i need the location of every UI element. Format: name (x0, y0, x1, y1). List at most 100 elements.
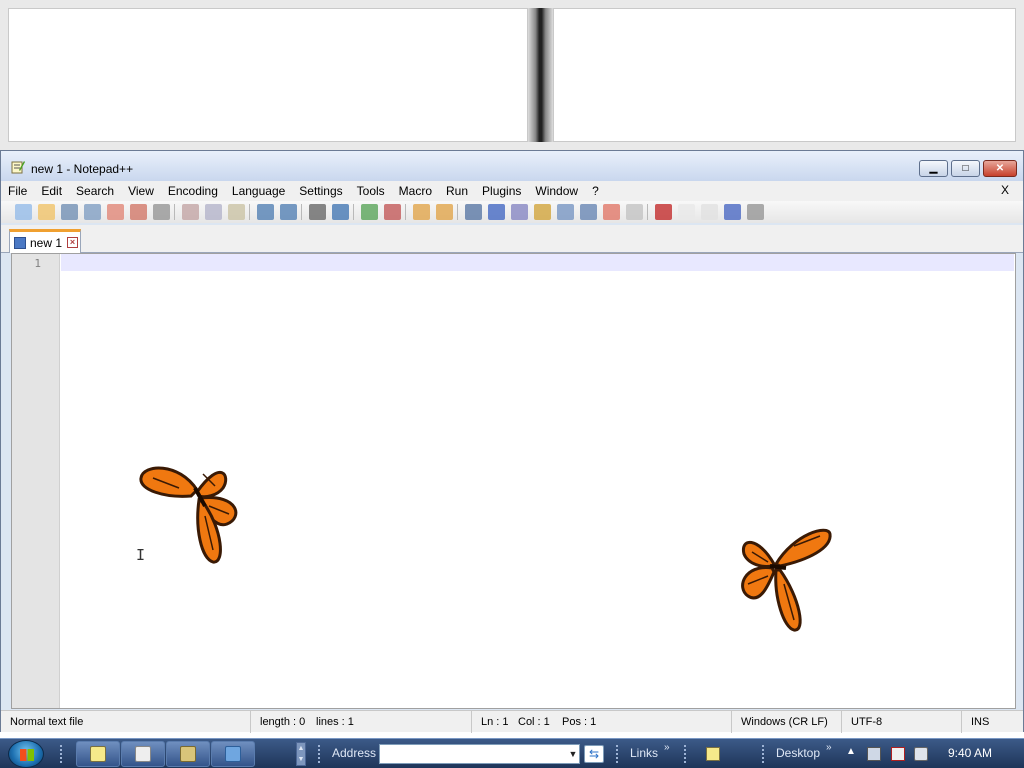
taskbar-app-button-2[interactable] (121, 741, 165, 767)
address-grip[interactable] (318, 745, 322, 763)
paint-icon (180, 746, 196, 762)
new-icon[interactable] (15, 204, 32, 220)
run-macro-multiple-icon[interactable] (724, 204, 741, 220)
menu-window[interactable]: Window (528, 181, 585, 201)
status-insert-mode[interactable]: INS (961, 711, 1023, 733)
zoom-in-icon[interactable] (361, 204, 378, 220)
folder-workspace-icon[interactable] (603, 204, 620, 220)
links-chevron-icon[interactable]: » (664, 742, 670, 753)
show-hidden-icons-icon[interactable]: ▲ (846, 746, 856, 757)
editor-area[interactable]: 1 I (11, 253, 1016, 709)
menu-file[interactable]: File (1, 181, 34, 201)
minimize-button[interactable]: ▁ (919, 160, 948, 177)
background-right-pane (553, 8, 1016, 142)
menu-help[interactable]: ? (585, 181, 606, 201)
menu-tools[interactable]: Tools (350, 181, 392, 201)
toolbar-separator (405, 204, 406, 220)
undo-icon[interactable] (257, 204, 274, 220)
zoom-out-icon[interactable] (384, 204, 401, 220)
close-icon[interactable] (107, 204, 124, 220)
toolbar-separator (249, 204, 250, 220)
address-input[interactable] (379, 744, 580, 764)
action-center-icon[interactable] (891, 747, 905, 761)
taskbar-scroll[interactable]: ▲ ▼ (296, 742, 306, 766)
sync-horizontal-icon[interactable] (436, 204, 453, 220)
close-all-icon[interactable] (130, 204, 147, 220)
find-icon[interactable] (309, 204, 326, 220)
save-all-icon[interactable] (84, 204, 101, 220)
menu-macro[interactable]: Macro (392, 181, 439, 201)
background-splitter[interactable] (528, 8, 553, 142)
close-button[interactable]: ✕ (983, 160, 1017, 177)
desktop-label[interactable]: Desktop (776, 746, 820, 760)
links-grip[interactable] (616, 745, 620, 763)
save-icon[interactable] (61, 204, 78, 220)
network-icon[interactable] (867, 747, 881, 761)
paste-icon[interactable] (228, 204, 245, 220)
menu-search[interactable]: Search (69, 181, 121, 201)
indent-guide-icon[interactable] (511, 204, 528, 220)
stop-macro-icon[interactable] (678, 204, 695, 220)
play-macro-icon[interactable] (701, 204, 718, 220)
toolbar-separator (647, 204, 648, 220)
word-wrap-icon[interactable] (465, 204, 482, 220)
show-all-chars-icon[interactable] (488, 204, 505, 220)
tab-bar: new 1 × (1, 225, 1023, 253)
menu-encoding[interactable]: Encoding (161, 181, 225, 201)
menu-view[interactable]: View (121, 181, 161, 201)
desktop-grip[interactable] (762, 745, 766, 763)
tab-new-1[interactable]: new 1 × (9, 229, 81, 253)
clock[interactable]: 9:40 AM (948, 746, 992, 760)
print-icon[interactable] (153, 204, 170, 220)
taskbar-grip[interactable] (60, 745, 64, 763)
doc-map-icon[interactable] (557, 204, 574, 220)
menu-plugins[interactable]: Plugins (475, 181, 528, 201)
taskbar-app-button-3[interactable] (166, 741, 210, 767)
desktop-chevron-icon[interactable]: » (826, 742, 832, 753)
notepad-quicklaunch-icon[interactable] (706, 747, 720, 761)
maximize-icon: □ (962, 162, 969, 174)
close-document-button[interactable]: X (1001, 183, 1009, 197)
user-lang-icon[interactable] (534, 204, 551, 220)
background-window (0, 0, 1024, 150)
close-icon: ✕ (995, 162, 1005, 174)
monitoring-icon[interactable] (626, 204, 643, 220)
start-button[interactable] (8, 740, 44, 768)
taskbar-notepad-button[interactable] (76, 741, 120, 767)
address-dropdown-icon[interactable]: ▼ (566, 744, 580, 764)
replace-icon[interactable] (332, 204, 349, 220)
open-icon[interactable] (38, 204, 55, 220)
go-icon[interactable]: ⇆ (584, 745, 604, 763)
toolbar-separator (457, 204, 458, 220)
card-icon (135, 746, 151, 762)
copy-icon[interactable] (205, 204, 222, 220)
menu-edit[interactable]: Edit (34, 181, 69, 201)
minimize-icon: ▁ (929, 162, 938, 174)
status-encoding[interactable]: UTF-8 (841, 711, 961, 733)
status-lines: lines : 1 (316, 716, 354, 728)
tab-close-icon[interactable]: × (67, 237, 79, 248)
links-label[interactable]: Links (630, 746, 658, 760)
toolbar-separator (301, 204, 302, 220)
toolbar-separator (353, 204, 354, 220)
maximize-button[interactable]: □ (951, 160, 980, 177)
function-list-icon[interactable] (580, 204, 597, 220)
line-number-gutter: 1 (12, 254, 60, 708)
menu-bar: File Edit Search View Encoding Language … (1, 181, 1023, 201)
title-bar[interactable]: new 1 - Notepad++ ▁ □ ✕ (1, 151, 1023, 181)
menu-language[interactable]: Language (225, 181, 292, 201)
status-pos: Pos : 1 (562, 716, 597, 728)
sync-vertical-icon[interactable] (413, 204, 430, 220)
taskbar-app-button-4[interactable] (211, 741, 255, 767)
status-eol[interactable]: Windows (CR LF) (731, 711, 841, 733)
volume-icon[interactable] (914, 747, 928, 761)
redo-icon[interactable] (280, 204, 297, 220)
record-macro-icon[interactable] (655, 204, 672, 220)
menu-settings[interactable]: Settings (292, 181, 349, 201)
cut-icon[interactable] (182, 204, 199, 220)
save-macro-icon[interactable] (747, 204, 764, 220)
background-left-pane (8, 8, 528, 142)
quicklaunch-grip[interactable] (684, 745, 688, 763)
file-saved-icon (14, 236, 26, 249)
menu-run[interactable]: Run (439, 181, 475, 201)
